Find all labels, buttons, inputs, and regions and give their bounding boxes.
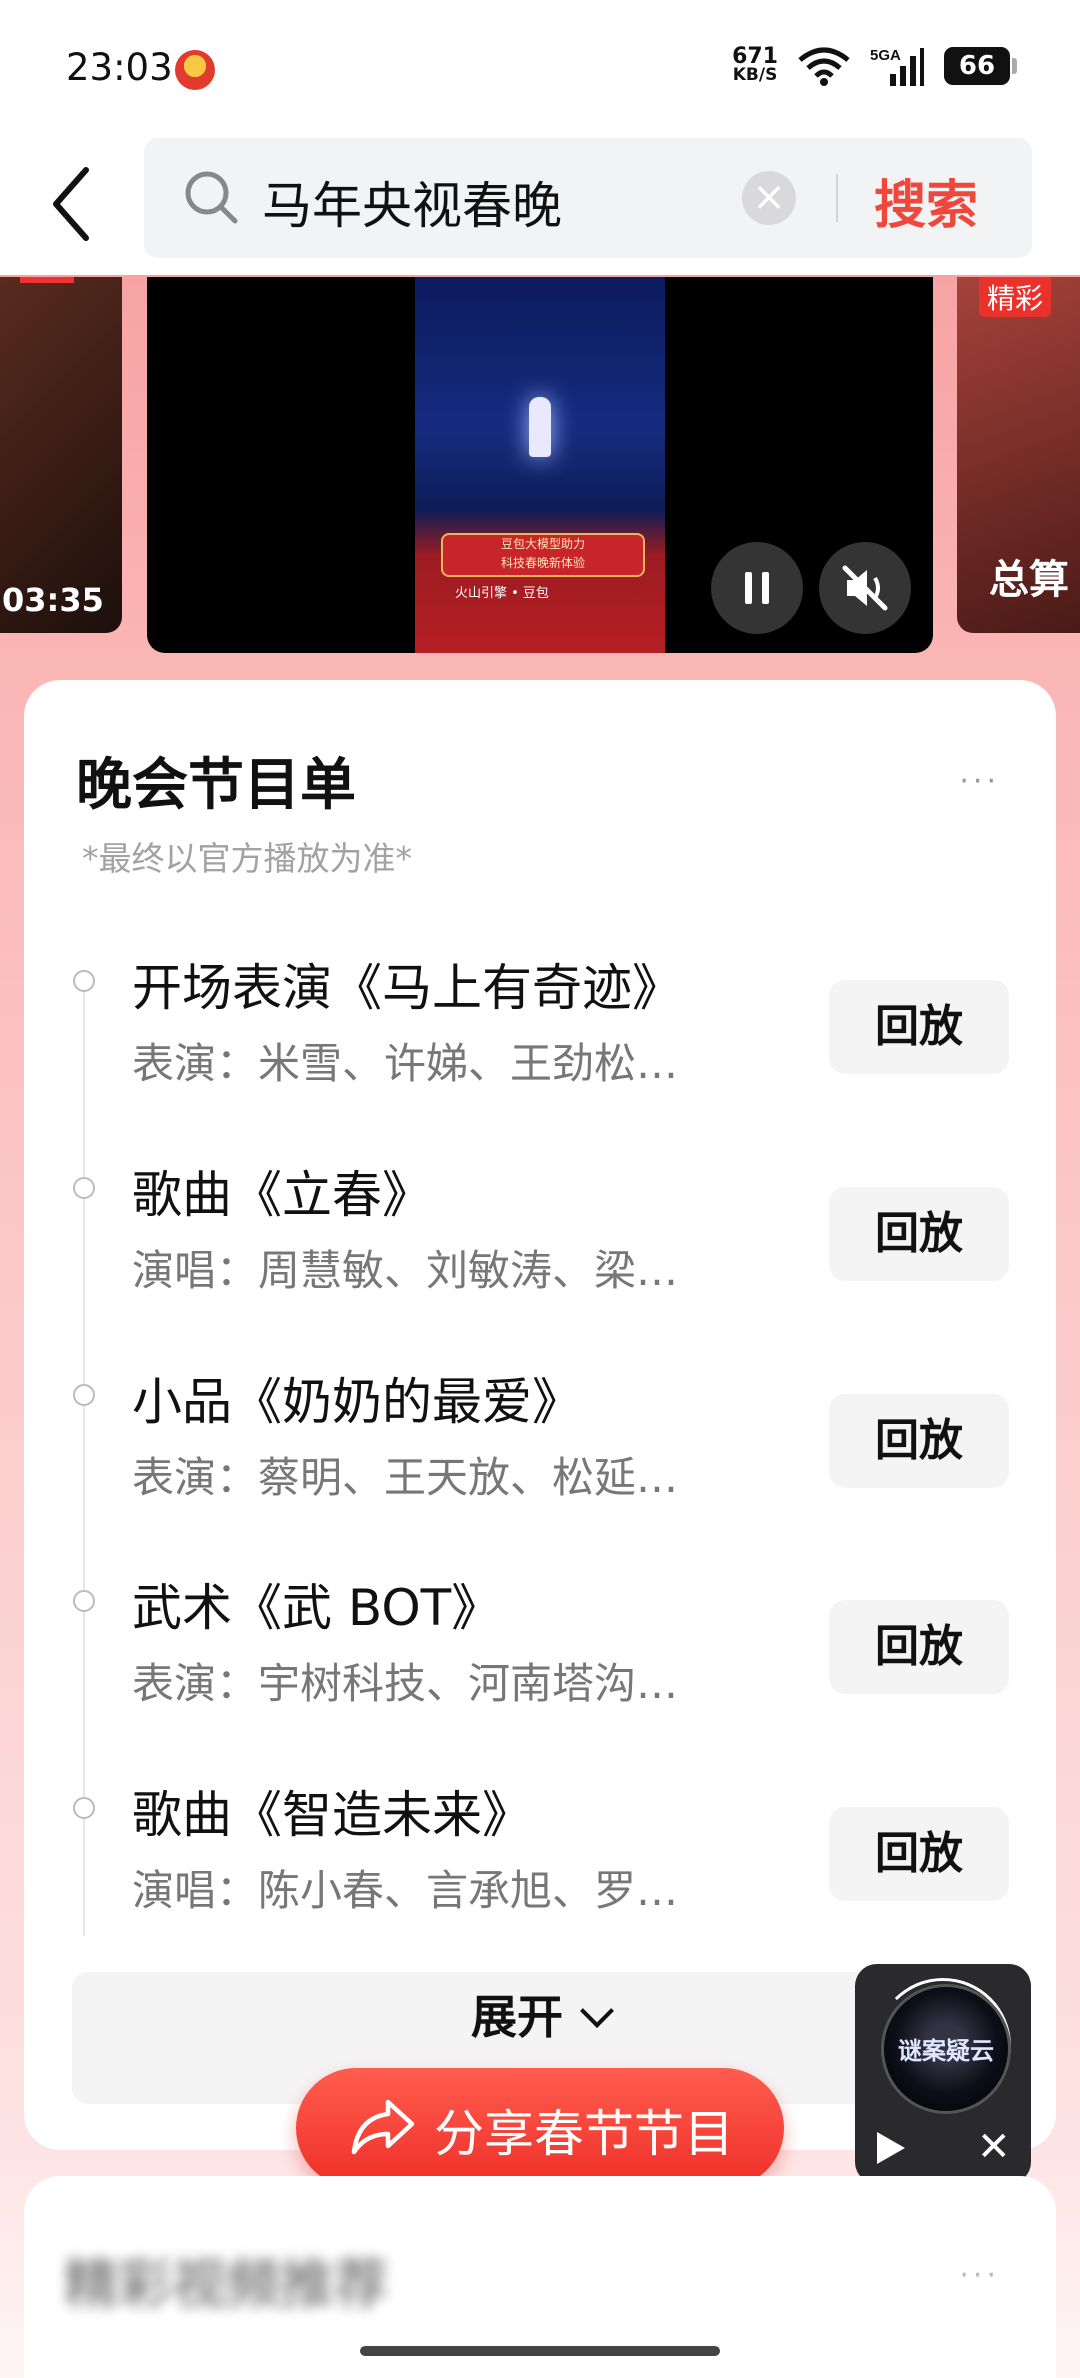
svg-text:5GA: 5GA — [870, 47, 901, 64]
video-duration: 03:35 — [2, 581, 104, 619]
video-player[interactable]: 豆包大模型助力 科技春晚新体验 火山引擎 • 豆包 — [147, 277, 933, 653]
program-performers: 表演：宇树科技、河南塔沟… — [132, 1659, 679, 1708]
program-item[interactable]: 武术《武 BOT》 表演：宇树科技、河南塔沟… 回放 — [24, 1568, 1056, 1748]
thumbnail-caption: 总算 — [989, 557, 1069, 603]
mini-player[interactable]: 谜案疑云 ✕ — [855, 1964, 1031, 2184]
program-title: 开场表演《马上有奇迹》 — [132, 959, 682, 1017]
play-icon[interactable] — [877, 2132, 905, 2164]
cover-title: 谜案疑云 — [898, 2037, 994, 2065]
back-arrow-icon[interactable] — [48, 164, 98, 244]
status-time: 23:03 — [66, 46, 173, 89]
search-bar[interactable]: 马年央视春晚 × 搜索 — [144, 138, 1032, 258]
mini-player-cover[interactable]: 谜案疑云 — [881, 1984, 1011, 2114]
home-indicator[interactable] — [360, 2346, 720, 2356]
timeline-dot — [73, 1177, 95, 1199]
more-options-icon[interactable]: ··· — [959, 2258, 1000, 2293]
pause-icon — [745, 572, 769, 604]
chevron-down-icon — [580, 1994, 614, 2028]
highlight-tag: 精彩 — [979, 277, 1052, 317]
timeline-dot — [73, 1384, 95, 1406]
card-title: 晚会节目单 — [76, 753, 356, 818]
more-options-icon[interactable]: ··· — [959, 764, 1000, 799]
replay-button[interactable]: 回放 — [829, 1807, 1009, 1901]
app-notification-icon — [175, 50, 215, 90]
timeline-dot — [73, 1590, 95, 1612]
search-icon — [185, 171, 238, 224]
poster-brand: 火山引擎 • 豆包 — [455, 586, 549, 601]
expand-label: 展开 — [471, 1990, 563, 2044]
program-item[interactable]: 小品《奶奶的最爱》 表演：蔡明、王天放、松延… 回放 — [24, 1362, 1056, 1542]
program-title: 歌曲《智造未来》 — [132, 1786, 532, 1844]
muted-speaker-icon — [842, 565, 888, 611]
search-button[interactable]: 搜索 — [874, 163, 978, 238]
poster-banner: 豆包大模型助力 科技春晚新体验 — [441, 533, 645, 577]
pause-button[interactable] — [711, 542, 803, 634]
search-input[interactable]: 马年央视春晚 — [262, 166, 562, 238]
replay-button[interactable]: 回放 — [829, 1394, 1009, 1488]
video-thumbnail-left[interactable]: 03:35 — [0, 277, 122, 633]
status-icons: 671 KB/S 5GA 66 — [732, 44, 1017, 86]
program-performers: 表演：米雪、许娣、王劲松… — [132, 1039, 679, 1088]
program-performers: 表演：蔡明、王天放、松延… — [132, 1453, 679, 1502]
replay-button[interactable]: 回放 — [829, 1187, 1009, 1281]
share-button[interactable]: 分享春节节目 — [296, 2068, 784, 2188]
timeline-dot — [73, 970, 95, 992]
share-label: 分享春节节目 — [434, 2105, 734, 2163]
net-speed: 671 KB/S — [732, 44, 778, 85]
program-performers: 演唱：陈小春、言承旭、罗… — [132, 1866, 679, 1915]
program-list-card: 晚会节目单 ··· *最终以官方播放为准* 开场表演《马上有奇迹》 表演：米雪、… — [24, 680, 1056, 2150]
close-icon[interactable]: ✕ — [977, 2124, 1011, 2170]
divider — [836, 174, 838, 222]
program-title: 歌曲《立春》 — [132, 1166, 432, 1224]
program-title: 小品《奶奶的最爱》 — [132, 1373, 582, 1431]
replay-button[interactable]: 回放 — [829, 1600, 1009, 1694]
timeline-dot — [73, 1797, 95, 1819]
thumbnail-tag — [20, 277, 74, 283]
program-performers: 演唱：周慧敏、刘敏涛、梁… — [132, 1246, 679, 1295]
status-bar: 23:03 671 KB/S 5GA 66 — [0, 0, 1080, 138]
program-item[interactable]: 开场表演《马上有奇迹》 表演：米雪、许娣、王劲松… 回放 — [24, 948, 1056, 1128]
search-header: 马年央视春晚 × 搜索 — [0, 138, 1080, 275]
disclaimer-note: *最终以官方播放为准* — [82, 839, 412, 878]
program-title: 武术《武 BOT》 — [132, 1579, 502, 1637]
clear-icon[interactable]: × — [742, 171, 796, 225]
video-thumbnail-right[interactable]: 精彩 总算 — [957, 277, 1080, 633]
mute-button[interactable] — [819, 542, 911, 634]
replay-button[interactable]: 回放 — [829, 980, 1009, 1074]
cell-signal-icon: 5GA — [870, 47, 924, 86]
program-item[interactable]: 歌曲《立春》 演唱：周慧敏、刘敏涛、梁… 回放 — [24, 1155, 1056, 1335]
battery-icon: 66 — [944, 47, 1017, 85]
share-icon — [351, 2099, 415, 2155]
card-title-blurred: 精彩视频推荐 — [64, 2253, 388, 2316]
program-item[interactable]: 歌曲《智造未来》 演唱：陈小春、言承旭、罗… 回放 — [24, 1775, 1056, 1955]
wifi-icon — [798, 47, 850, 86]
performer-figure — [529, 397, 551, 457]
video-frame: 豆包大模型助力 科技春晚新体验 火山引擎 • 豆包 — [415, 277, 665, 653]
